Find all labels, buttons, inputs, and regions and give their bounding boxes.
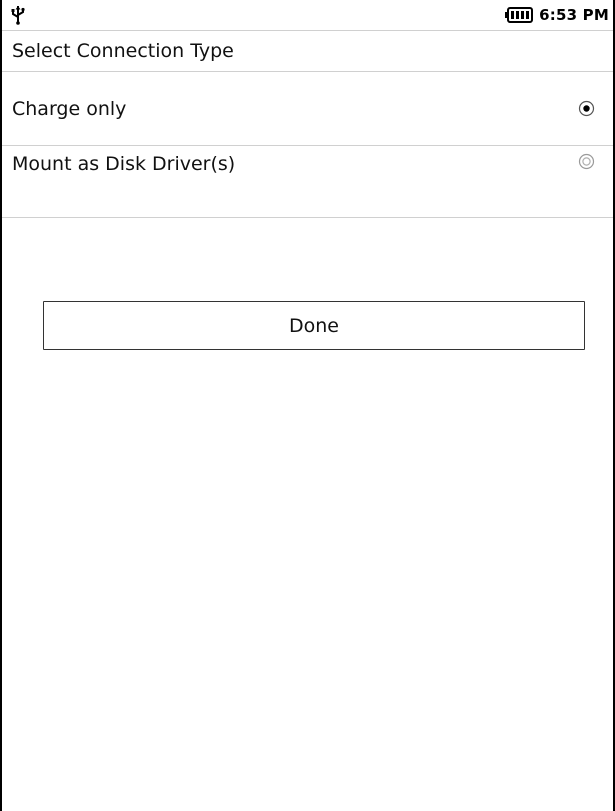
- option-label-mount-disk: Mount as Disk Driver(s): [12, 153, 236, 175]
- battery-icon: [505, 7, 534, 23]
- option-mount-disk[interactable]: Mount as Disk Driver(s): [2, 146, 613, 218]
- status-clock: 6:53 PM: [539, 6, 609, 24]
- status-right: 6:53 PM: [505, 6, 609, 24]
- status-bar: 6:53 PM: [2, 0, 613, 30]
- radio-selected-icon[interactable]: [578, 100, 595, 117]
- option-charge-only[interactable]: Charge only: [2, 72, 613, 146]
- done-button[interactable]: Done: [43, 301, 585, 350]
- option-label-charge-only: Charge only: [12, 98, 127, 120]
- dialog-title: Select Connection Type: [12, 40, 234, 62]
- radio-unselected-icon[interactable]: [578, 153, 595, 170]
- usb-icon: [10, 4, 28, 26]
- dialog-title-row: Select Connection Type: [2, 30, 613, 72]
- device-screen: 6:53 PM Select Connection Type Charge on…: [0, 0, 615, 811]
